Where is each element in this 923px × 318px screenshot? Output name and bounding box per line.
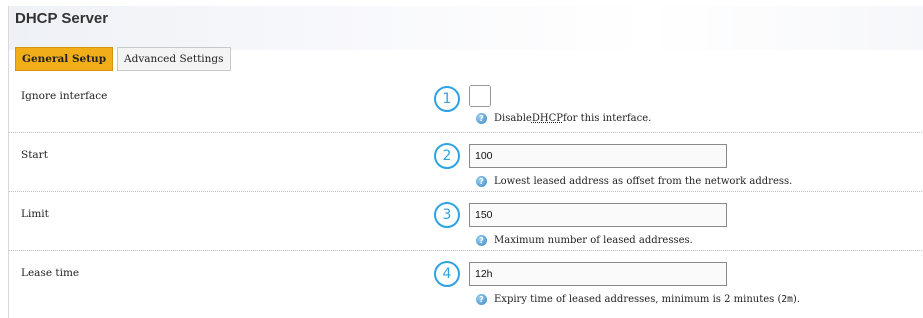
row-start: Start 2 ? Lowest leased address as offse… bbox=[9, 133, 923, 192]
help-icon: ? bbox=[476, 294, 487, 305]
tab-bar: General Setup Advanced Settings bbox=[15, 47, 231, 71]
row-limit: Limit 3 ? Maximum number of leased addre… bbox=[9, 192, 923, 251]
dhcp-abbr: DHCP bbox=[531, 113, 563, 124]
lease-time-input[interactable] bbox=[469, 262, 727, 286]
limit-help-text: Maximum number of leased addresses. bbox=[494, 235, 693, 246]
page-title: DHCP Server bbox=[15, 10, 109, 27]
lease-time-label: Lease time bbox=[21, 267, 80, 279]
header-band bbox=[9, 6, 923, 50]
dhcp-server-panel: DHCP Server General Setup Advanced Setti… bbox=[8, 6, 923, 318]
ignore-interface-help: ? Disable DHCP for this interface. bbox=[476, 113, 651, 124]
ignore-interface-checkbox[interactable] bbox=[469, 85, 491, 107]
callout-badge-4: 4 bbox=[434, 261, 460, 287]
help-code: 2m bbox=[781, 294, 793, 305]
help-text-prefix: Disable bbox=[494, 113, 532, 124]
tab-advanced-settings[interactable]: Advanced Settings bbox=[117, 47, 231, 71]
start-help-text: Lowest leased address as offset from the… bbox=[494, 176, 793, 187]
row-lease-time: Lease time 4 ? Expiry time of leased add… bbox=[9, 251, 923, 318]
start-label: Start bbox=[21, 149, 48, 161]
callout-badge-3: 3 bbox=[434, 202, 460, 228]
callout-badge-2: 2 bbox=[434, 143, 460, 169]
limit-input[interactable] bbox=[469, 203, 727, 227]
start-help: ? Lowest leased address as offset from t… bbox=[476, 176, 792, 187]
callout-badge-1: 1 bbox=[434, 86, 460, 112]
help-icon: ? bbox=[476, 113, 487, 124]
row-ignore-interface: Ignore interface 1 ? Disable DHCP for th… bbox=[9, 80, 923, 133]
help-text-prefix: Expiry time of leased addresses, minimum… bbox=[494, 294, 782, 305]
limit-label: Limit bbox=[21, 208, 49, 220]
ignore-interface-label: Ignore interface bbox=[21, 90, 108, 102]
lease-time-help: ? Expiry time of leased addresses, minim… bbox=[476, 294, 800, 305]
tab-general-setup[interactable]: General Setup bbox=[15, 47, 114, 71]
start-input[interactable] bbox=[469, 144, 727, 168]
help-icon: ? bbox=[476, 235, 487, 246]
help-icon: ? bbox=[476, 176, 487, 187]
limit-help: ? Maximum number of leased addresses. bbox=[476, 235, 693, 246]
help-text-suffix: ). bbox=[792, 294, 800, 305]
help-text-suffix: for this interface. bbox=[562, 113, 652, 124]
